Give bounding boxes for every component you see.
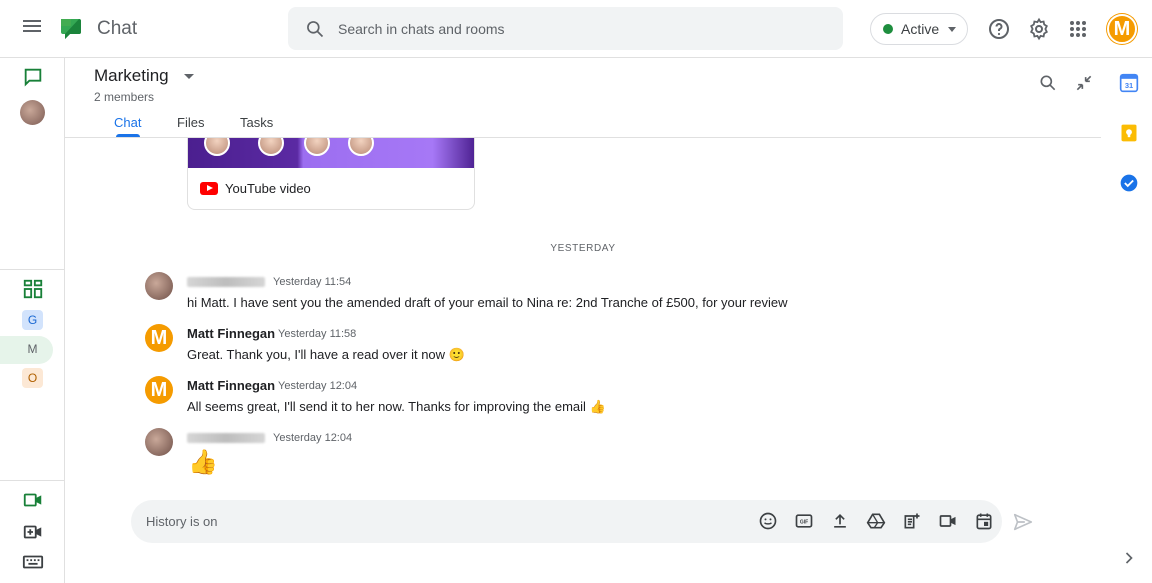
status-label: Active xyxy=(901,21,940,37)
google-drive-icon[interactable] xyxy=(866,511,886,531)
help-icon[interactable] xyxy=(987,17,1011,41)
video-meeting-icon[interactable] xyxy=(938,511,958,531)
search-icon[interactable] xyxy=(305,19,325,39)
room-item-m[interactable]: M xyxy=(22,339,43,359)
hamburger-line xyxy=(23,25,41,27)
sender-avatar[interactable]: M xyxy=(145,324,173,352)
message-timestamp: Yesterday 12:04 xyxy=(273,432,353,444)
card-label: YouTube video xyxy=(225,181,311,196)
dm-avatar[interactable] xyxy=(20,100,45,125)
expand-panel-chevron-icon[interactable] xyxy=(1119,548,1139,568)
youtube-video-card[interactable]: YouTube video xyxy=(187,138,475,210)
youtube-icon xyxy=(200,182,218,195)
sender-name-redacted xyxy=(187,277,265,287)
message-text: hi Matt. I have sent you the amended dra… xyxy=(187,295,788,310)
send-icon[interactable] xyxy=(1012,511,1034,533)
chat-nav-icon[interactable] xyxy=(22,66,44,88)
sender-name: Matt Finnegan xyxy=(187,326,276,341)
left-rail: G M O xyxy=(0,58,65,583)
new-meeting-icon[interactable] xyxy=(22,521,44,543)
room-title[interactable]: Marketing xyxy=(94,66,169,86)
rail-divider xyxy=(0,480,65,481)
search-bar[interactable] xyxy=(288,7,843,50)
right-side-panel: 31 xyxy=(1101,58,1152,583)
rail-divider xyxy=(0,269,65,270)
tab-tasks[interactable]: Tasks xyxy=(240,115,273,130)
sender-name-redacted xyxy=(187,433,265,443)
gif-icon[interactable]: GIF xyxy=(794,511,814,531)
create-doc-icon[interactable] xyxy=(902,511,922,531)
thumbnail-face xyxy=(204,138,230,156)
room-item-o[interactable]: O xyxy=(22,368,43,388)
room-letter: O xyxy=(27,371,38,385)
sender-name: Matt Finnegan xyxy=(187,378,276,393)
message-timestamp: Yesterday 12:04 xyxy=(278,380,358,392)
account-avatar[interactable]: M xyxy=(1107,14,1137,44)
minimize-icon[interactable] xyxy=(1074,73,1094,93)
room-member-count: 2 members xyxy=(94,90,155,104)
message-text: Great. Thank you, I'll have a read over … xyxy=(187,347,465,362)
tab-files[interactable]: Files xyxy=(177,115,204,130)
message-timestamp: Yesterday 11:58 xyxy=(278,328,357,340)
rooms-nav-icon[interactable] xyxy=(22,278,44,300)
thumbs-up-emoji: 👍 xyxy=(188,449,218,476)
thumbnail-face xyxy=(348,138,374,156)
message-text: All seems great, I'll send it to her now… xyxy=(187,399,606,414)
message-timestamp: Yesterday 11:54 xyxy=(273,276,352,288)
chevron-down-icon xyxy=(948,26,957,32)
google-keep-icon[interactable] xyxy=(1119,123,1139,143)
date-divider: YESTERDAY xyxy=(550,243,616,254)
upload-icon[interactable] xyxy=(830,511,850,531)
sender-avatar[interactable]: M xyxy=(145,376,173,404)
keyboard-icon[interactable] xyxy=(22,551,44,573)
svg-text:31: 31 xyxy=(1125,81,1133,90)
google-calendar-icon[interactable]: 31 xyxy=(1119,73,1139,93)
thumbnail-face xyxy=(258,138,284,156)
sender-avatar[interactable] xyxy=(145,428,173,456)
video-thumbnail xyxy=(188,138,474,168)
sender-avatar[interactable] xyxy=(145,272,173,300)
top-bar: Chat Active M xyxy=(0,0,1152,58)
main-menu-button[interactable] xyxy=(20,17,44,41)
room-letter: M xyxy=(27,342,38,356)
emoji-icon[interactable] xyxy=(758,511,778,531)
status-dropdown[interactable]: Active xyxy=(870,13,968,45)
room-letter: G xyxy=(27,313,38,327)
svg-text:GIF: GIF xyxy=(800,520,808,526)
room-menu-chevron-icon[interactable] xyxy=(184,74,194,79)
apps-grid-icon[interactable] xyxy=(1066,17,1090,41)
google-tasks-icon[interactable] xyxy=(1119,173,1139,193)
message-input[interactable] xyxy=(146,500,646,543)
app-title[interactable]: Chat xyxy=(97,18,137,40)
search-in-room-icon[interactable] xyxy=(1038,73,1058,93)
thumbnail-face xyxy=(304,138,330,156)
hamburger-line xyxy=(23,30,41,32)
tab-chat[interactable]: Chat xyxy=(114,115,141,130)
room-item-g[interactable]: G xyxy=(22,310,43,330)
status-dot xyxy=(883,24,893,34)
meet-video-icon[interactable] xyxy=(22,489,44,511)
search-input[interactable] xyxy=(338,7,818,50)
chat-logo-icon xyxy=(61,19,81,39)
message-composer[interactable]: GIF xyxy=(131,500,1002,543)
calendar-invite-icon[interactable] xyxy=(974,511,994,531)
hamburger-line xyxy=(23,20,41,22)
settings-gear-icon[interactable] xyxy=(1027,17,1051,41)
